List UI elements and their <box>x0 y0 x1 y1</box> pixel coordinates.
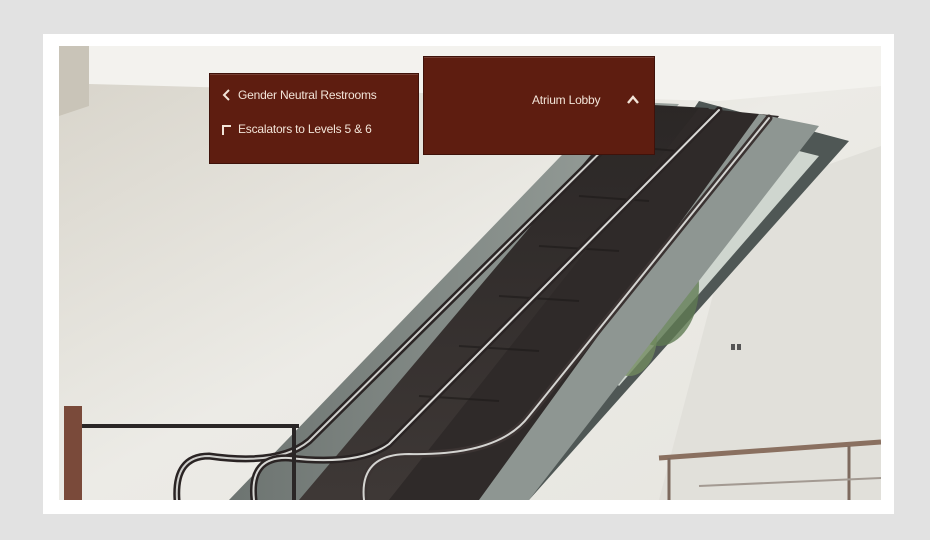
escalator-photo: Gender Neutral Restrooms Escalators to L… <box>59 46 881 500</box>
turn-up-right-icon <box>222 125 231 135</box>
atrium-direction: Atrium Lobby <box>532 93 601 107</box>
restrooms-direction: Gender Neutral Restrooms <box>238 88 377 102</box>
post <box>64 406 82 500</box>
escalators-direction: Escalators to Levels 5 & 6 <box>238 122 372 136</box>
wayfinding-sign-left: Gender Neutral Restrooms Escalators to L… <box>209 73 419 164</box>
wall-fixture <box>731 344 735 350</box>
wayfinding-sign-right: Atrium Lobby <box>423 56 655 155</box>
wall-fixture <box>737 344 741 350</box>
left-column <box>59 46 89 116</box>
chevron-left-icon <box>222 89 230 101</box>
chevron-up-icon <box>627 95 639 104</box>
